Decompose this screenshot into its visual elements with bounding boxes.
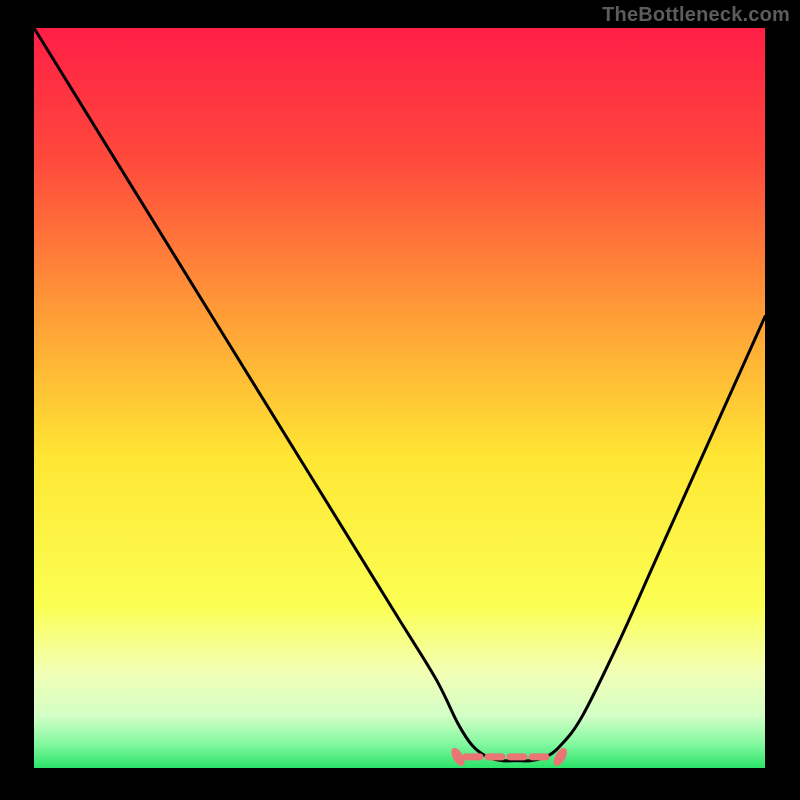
bottleneck-plot — [34, 28, 765, 768]
plot-svg — [34, 28, 765, 768]
gradient-background — [34, 28, 765, 768]
chart-frame: TheBottleneck.com — [0, 0, 800, 800]
watermark-label: TheBottleneck.com — [602, 4, 790, 27]
